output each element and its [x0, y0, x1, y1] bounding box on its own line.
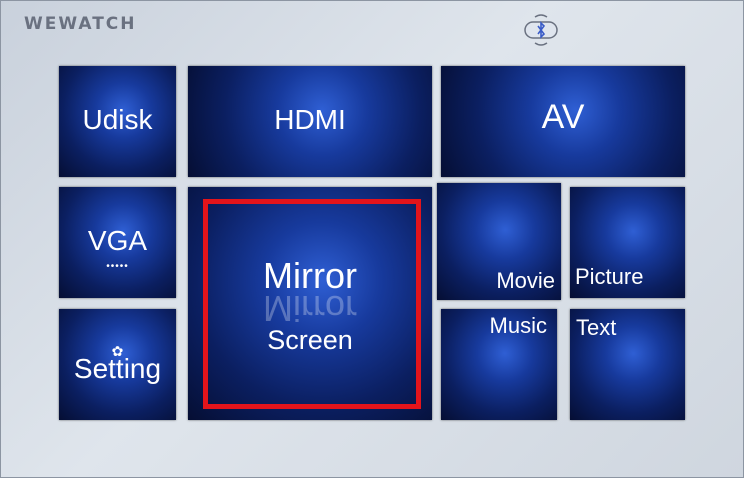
- hdmi-label: HDMI: [274, 104, 346, 135]
- av-label: AV: [541, 98, 585, 136]
- vga-label: VGA: [87, 225, 148, 256]
- brand-logo: WEWATCH: [24, 14, 137, 34]
- setting-label: Setting: [73, 353, 162, 384]
- selection-highlight: [203, 199, 421, 409]
- vga-port-icon: •••••: [106, 261, 129, 272]
- text-label: Text: [576, 315, 617, 340]
- bluetooth-icon: [522, 12, 560, 48]
- picture-label: Picture: [575, 264, 644, 289]
- vga-tile[interactable]: VGA •••••: [59, 187, 176, 298]
- music-tile[interactable]: Music: [441, 309, 557, 420]
- hdmi-tile[interactable]: HDMI: [188, 66, 432, 177]
- av-tile[interactable]: AV: [441, 66, 685, 177]
- setting-tile[interactable]: ✿ Setting: [59, 309, 176, 420]
- udisk-tile[interactable]: Udisk: [59, 66, 176, 177]
- udisk-label: Udisk: [82, 104, 153, 135]
- picture-tile[interactable]: Picture: [570, 187, 685, 298]
- music-label: Music: [489, 313, 547, 338]
- movie-label: Movie: [496, 268, 555, 293]
- text-tile[interactable]: Text: [570, 309, 685, 420]
- movie-tile[interactable]: Movie: [437, 183, 561, 300]
